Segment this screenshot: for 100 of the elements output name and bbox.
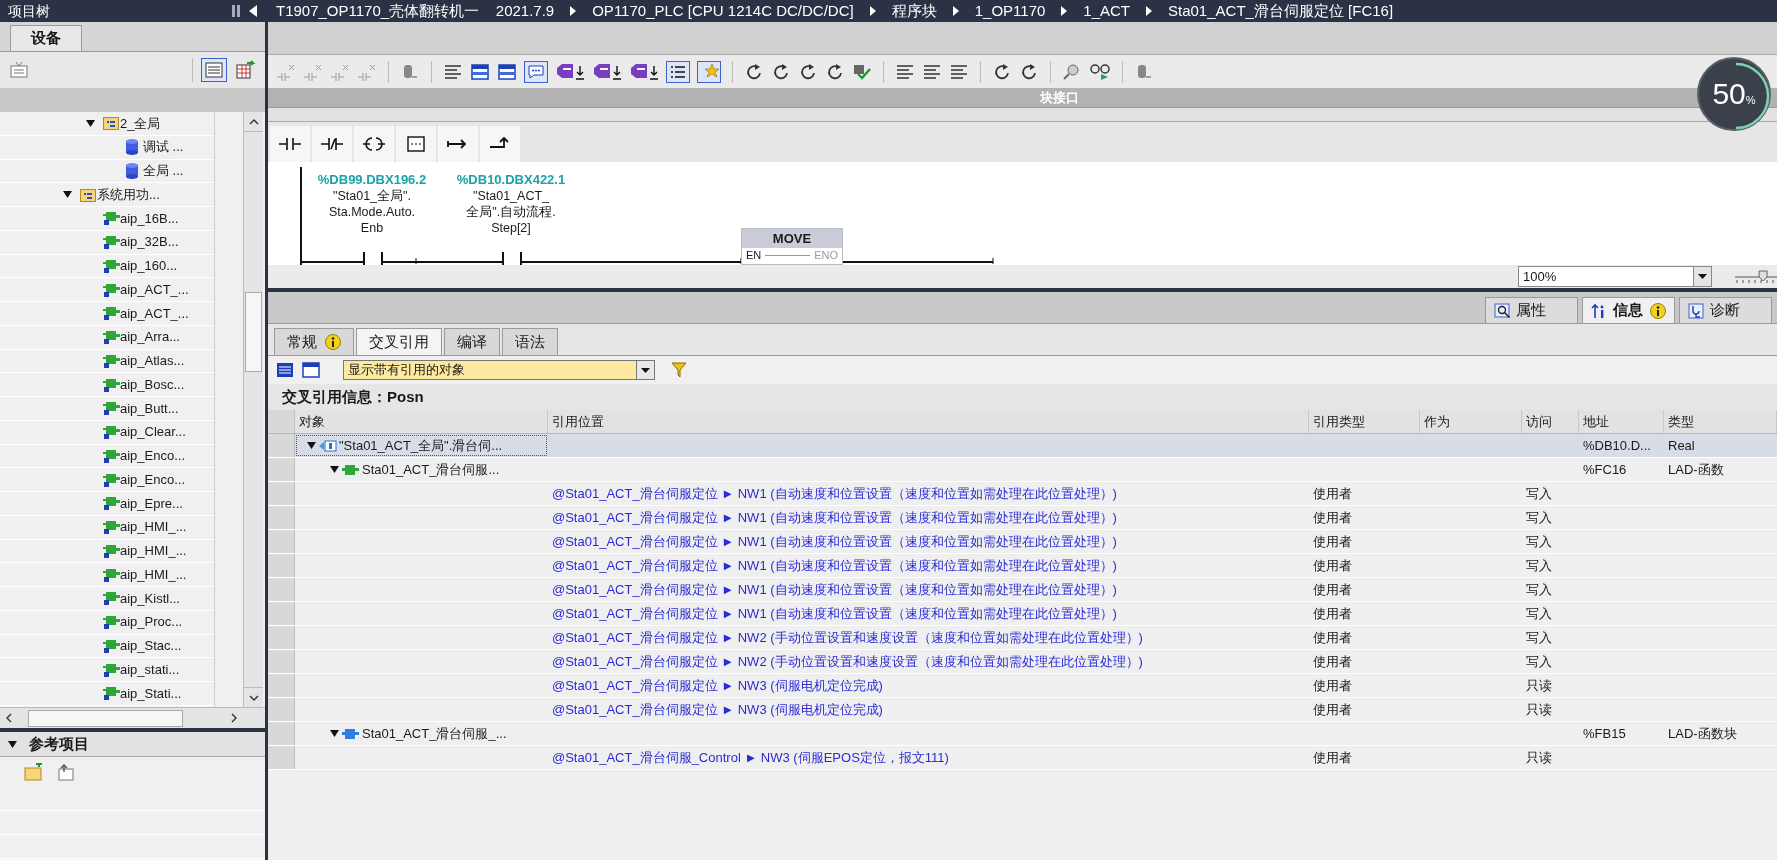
instruction-button[interactable] <box>438 126 478 162</box>
zoom-slider[interactable] <box>1733 268 1777 285</box>
tab[interactable]: 交叉引用 <box>356 328 442 355</box>
tab[interactable]: 诊断 <box>1679 297 1772 323</box>
tree-item[interactable]: aip_Stac... <box>120 636 182 656</box>
breadcrumb-item[interactable]: Sta01_ACT_滑台伺服定位 [FC16] <box>1168 0 1394 23</box>
tree-item[interactable]: 系统用功... <box>97 184 160 205</box>
table-export-icon[interactable] <box>235 60 257 80</box>
down-arrow-icon[interactable] <box>329 730 339 737</box>
breadcrumb-item[interactable]: 1_OP1170 <box>974 0 1046 23</box>
circular-arrow-icon[interactable] <box>798 62 818 81</box>
tab[interactable]: 语法 <box>502 328 558 355</box>
tree-item[interactable]: aip_Bosc... <box>120 374 185 395</box>
circular-arrow-icon[interactable] <box>744 62 764 81</box>
expand-all-icon[interactable] <box>276 362 294 378</box>
tree-item[interactable]: aip_160... <box>120 256 178 276</box>
tree-item[interactable]: 2_全局 <box>120 113 161 134</box>
tree-item[interactable]: aip_stati... <box>120 659 180 680</box>
speech-bubble-icon[interactable] <box>524 60 548 83</box>
instruction-button[interactable] <box>480 126 520 162</box>
column-header[interactable]: 地址 <box>1579 410 1664 433</box>
list-icon[interactable] <box>922 62 942 81</box>
table-row[interactable]: "Sta01_ACT_全局".滑台伺... %DB10.D... Real <box>268 434 1777 458</box>
circular-arrow-icon[interactable] <box>992 62 1012 81</box>
tree-item[interactable]: aip_Epre... <box>120 493 183 514</box>
tab[interactable]: 编译 <box>444 328 500 355</box>
reference-link[interactable]: @Sta01_ACT_滑台伺服定位 ► NW2 (手动位置设置和速度设置（速度和位置如需处理在此位置处理）) <box>552 629 1143 645</box>
reference-link[interactable]: @Sta01_ACT_滑台伺服定位 ► NW3 (伺服电机定位完成) <box>552 677 883 693</box>
tree-item[interactable]: aip_Butt... <box>120 398 179 419</box>
breadcrumb-item[interactable]: 1_ACT <box>1083 0 1130 23</box>
tree-item[interactable]: aip_Proc... <box>120 612 183 632</box>
table-row[interactable]: Sta01_ACT_滑台伺服... %FC16 LAD-函数 <box>268 458 1777 482</box>
panel-toggle-icon[interactable] <box>231 4 241 18</box>
down-arrow-icon[interactable] <box>306 442 316 449</box>
folder-add-icon[interactable] <box>24 763 44 781</box>
instruction-button[interactable] <box>270 126 310 162</box>
tree-item[interactable]: aip_Atlas... <box>120 351 185 371</box>
circular-arrow-icon[interactable] <box>771 62 791 81</box>
filter-icon[interactable] <box>671 362 687 378</box>
instruction-box[interactable]: MOVE EN ENO <box>741 228 843 265</box>
list-icon[interactable] <box>949 62 969 81</box>
reference-link[interactable]: @Sta01_ACT_滑台伺服定位 ► NW2 (手动位置设置和速度设置（速度和位置如需处理在此位置处理）) <box>552 653 1143 669</box>
instruction-button[interactable] <box>396 126 436 162</box>
glasses-icon[interactable] <box>1089 62 1111 81</box>
device-tree-icon[interactable] <box>8 60 30 80</box>
scroll-left-icon[interactable] <box>6 713 12 723</box>
collapse-all-icon[interactable] <box>302 362 320 378</box>
reference-link[interactable]: @Sta01_ACT_滑台伺服定位 ► NW1 (自动速度和位置设置（速度和位置如需处理在此位置处理）) <box>552 557 1117 573</box>
tree-item[interactable]: aip_HMI_... <box>120 564 187 585</box>
scroll-up-icon[interactable] <box>248 118 259 125</box>
column-header[interactable]: 访问 <box>1522 410 1579 433</box>
tree-item[interactable]: aip_HMI_... <box>120 517 187 537</box>
window-icon[interactable] <box>470 62 490 81</box>
scroll-down-icon[interactable] <box>248 694 259 701</box>
column-header[interactable]: 作为 <box>1420 410 1522 433</box>
horizontal-scrollbar[interactable] <box>0 707 265 728</box>
table-row[interactable]: Sta01_ACT_滑台伺服_... %FB15 LAD-函数块 <box>268 722 1777 746</box>
collapse-icon[interactable] <box>249 5 257 17</box>
tree-item[interactable]: aip_ACT_... <box>120 303 189 324</box>
reference-link[interactable]: @Sta01_ACT_滑台伺服定位 ► NW1 (自动速度和位置设置（速度和位置如需处理在此位置处理）) <box>552 485 1117 501</box>
filter-dropdown[interactable]: 显示带有引用的对象 <box>343 360 655 380</box>
reference-link[interactable]: @Sta01_ACT_滑台伺服定位 ► NW1 (自动速度和位置设置（速度和位置如需处理在此位置处理）) <box>552 605 1117 621</box>
list-view-icon[interactable] <box>201 58 227 82</box>
tree-item[interactable]: aip_HMI_... <box>120 541 187 561</box>
reference-link[interactable]: @Sta01_ACT_滑台伺服_Control ► NW3 (伺服EPOS定位，报文111) <box>552 749 949 765</box>
scrollbar-thumb[interactable] <box>28 709 183 727</box>
circular-arrow-icon[interactable] <box>825 62 845 81</box>
column-header[interactable]: 引用类型 <box>1309 410 1420 433</box>
down-arrow-icon[interactable] <box>62 191 72 199</box>
breadcrumb-item[interactable]: T1907_OP1170_壳体翻转机一 2021.7.9 <box>276 0 555 23</box>
vertical-scrollbar[interactable] <box>243 112 263 707</box>
down-arrow-icon[interactable] <box>8 740 17 748</box>
magnifier-icon[interactable] <box>1062 62 1082 81</box>
tag-download-icon[interactable] <box>629 62 659 81</box>
reference-link[interactable]: @Sta01_ACT_滑台伺服定位 ► NW1 (自动速度和位置设置（速度和位置如需处理在此位置处理）) <box>552 581 1117 597</box>
tab[interactable]: 常规 <box>274 328 354 355</box>
column-header[interactable]: 对象 <box>295 410 548 433</box>
tree-item[interactable]: aip_16B... <box>120 208 179 229</box>
tree-item[interactable]: aip_Enco... <box>120 469 186 490</box>
list-icon[interactable] <box>895 62 915 81</box>
tree-item[interactable]: aip_Enco... <box>120 446 186 466</box>
tree-item[interactable]: aip_32B... <box>120 232 179 252</box>
zoom-dropdown[interactable]: 100% <box>1518 266 1712 287</box>
tree-item[interactable]: aip_ACT_... <box>120 279 189 300</box>
tag-download-icon[interactable] <box>592 62 622 81</box>
down-arrow-icon[interactable] <box>329 466 339 473</box>
return-arrow-icon[interactable] <box>56 763 76 781</box>
reference-link[interactable]: @Sta01_ACT_滑台伺服定位 ► NW1 (自动速度和位置设置（速度和位置如需处理在此位置处理）) <box>552 533 1117 549</box>
tag-download-icon[interactable] <box>555 62 585 81</box>
breadcrumb-item[interactable]: OP1170_PLC [CPU 1214C DC/DC/DC] <box>592 0 854 23</box>
window-icon[interactable] <box>497 62 517 81</box>
tree-item[interactable]: aip_Arra... <box>120 327 180 347</box>
tree-item[interactable]: aip_Kistl... <box>120 588 180 609</box>
reference-link[interactable]: @Sta01_ACT_滑台伺服定位 ► NW1 (自动速度和位置设置（速度和位置如需处理在此位置处理）) <box>552 509 1117 525</box>
column-header[interactable]: 引用位置 <box>548 410 1309 433</box>
breadcrumb-item[interactable]: 程序块 <box>891 0 937 23</box>
check-icon[interactable] <box>852 62 872 81</box>
checklist-icon[interactable] <box>666 60 690 83</box>
circular-arrow-icon[interactable] <box>1019 62 1039 81</box>
tree-item[interactable]: aip_Clear... <box>120 422 186 442</box>
